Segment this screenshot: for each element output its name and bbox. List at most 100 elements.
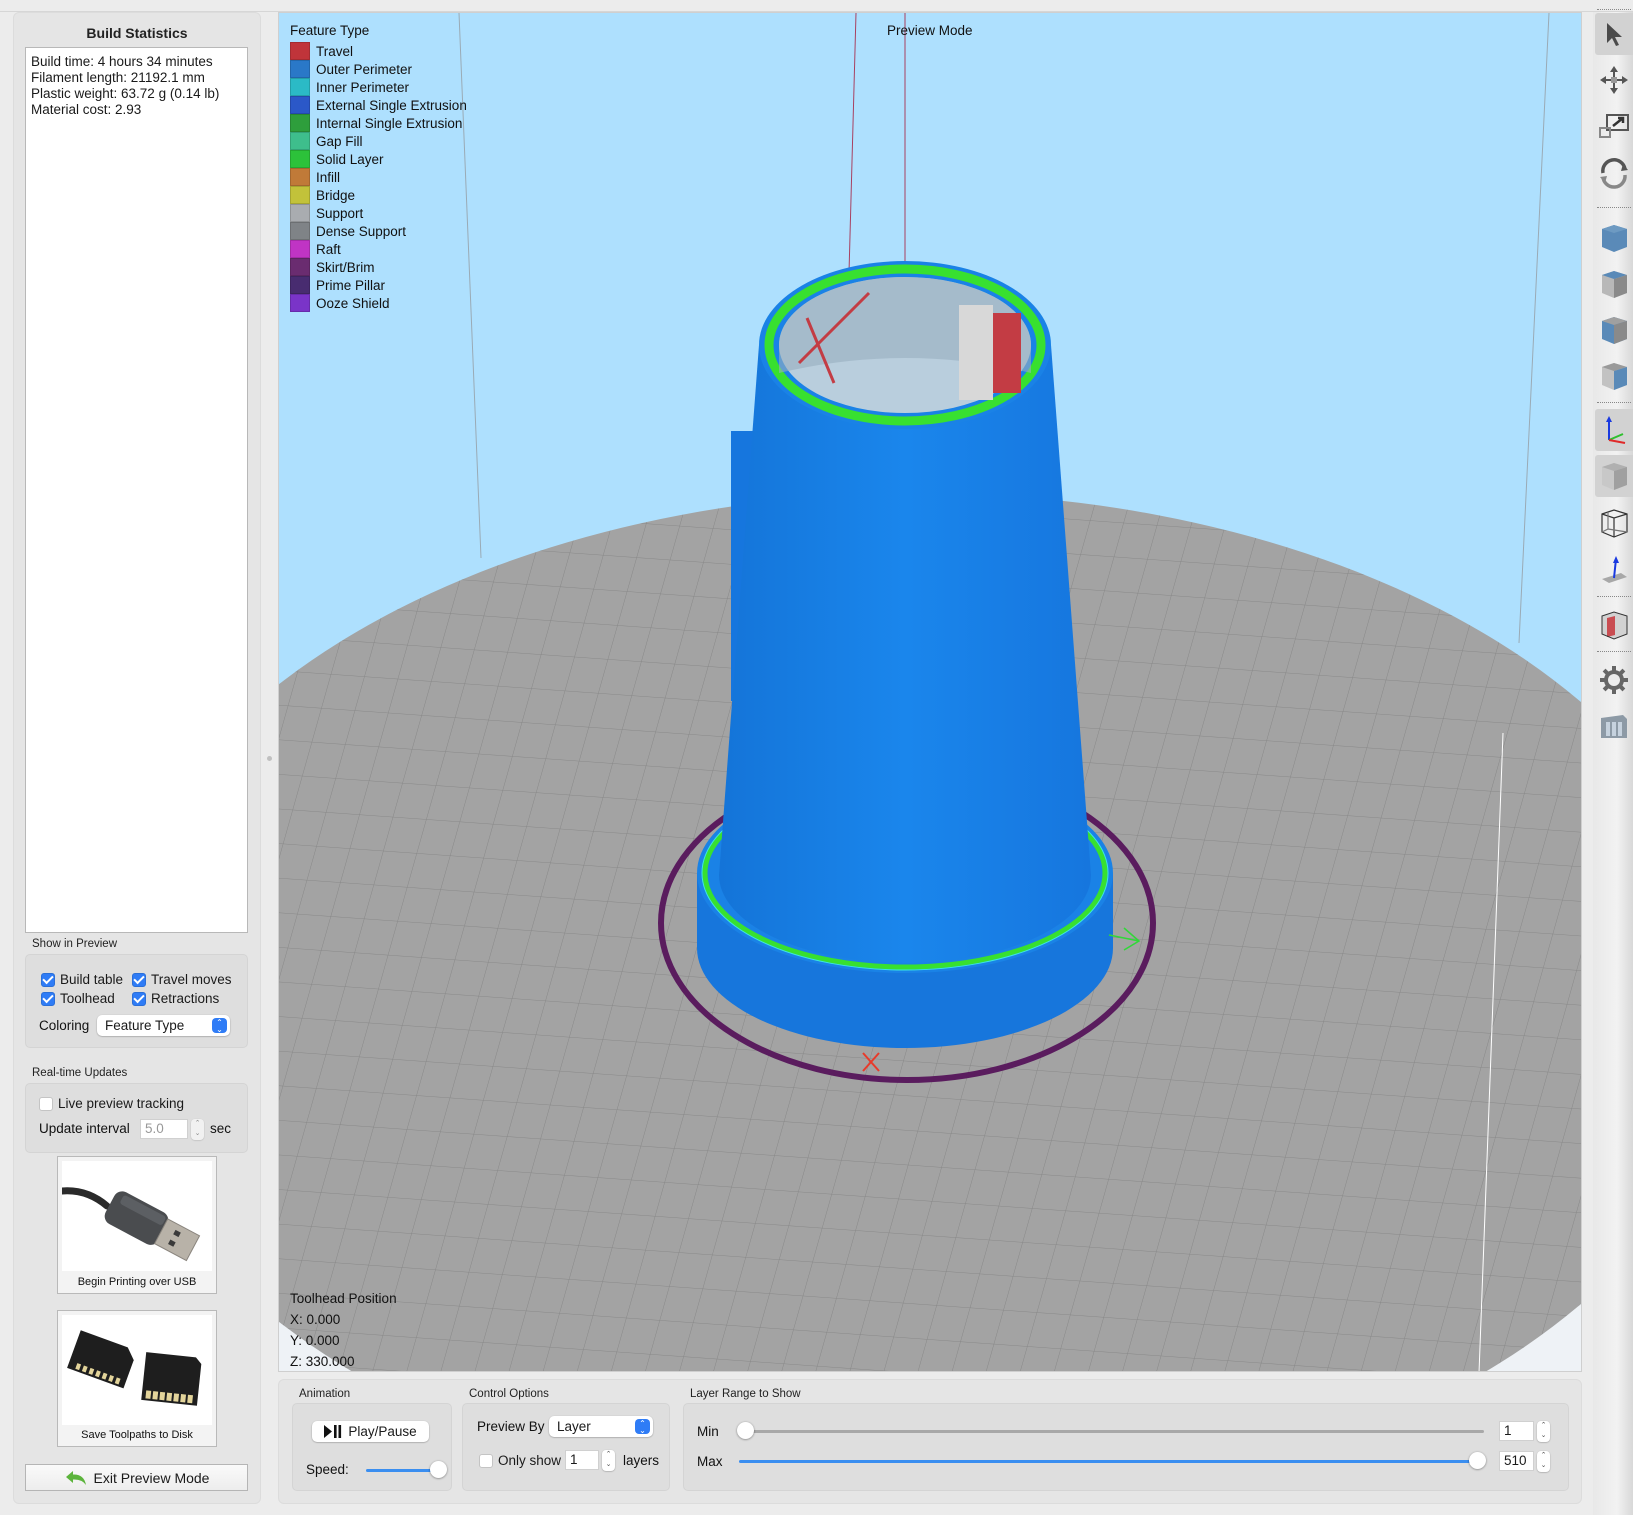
min-layer-label: Min xyxy=(697,1424,719,1439)
view-top-button[interactable] xyxy=(1595,263,1633,305)
view-front-button[interactable] xyxy=(1595,217,1633,259)
settings-button[interactable] xyxy=(1595,659,1633,701)
legend-item: Skirt/Brim xyxy=(290,258,467,276)
travel-moves-checkbox[interactable]: Travel moves xyxy=(132,972,232,987)
scale-tool-button[interactable] xyxy=(1595,105,1633,147)
solid-view-button[interactable] xyxy=(1595,455,1633,497)
back-arrow-icon xyxy=(65,1470,86,1485)
max-layer-stepper[interactable]: ⌃ ⌄ xyxy=(1537,1451,1550,1472)
legend-swatch xyxy=(290,96,310,114)
legend-label: Internal Single Extrusion xyxy=(316,115,463,131)
animation-label: Animation xyxy=(299,1388,351,1400)
max-layer-input[interactable]: 510 xyxy=(1499,1451,1534,1471)
section-view-icon xyxy=(1601,611,1628,640)
select-arrows-icon: ⌃ ⌄ xyxy=(212,1018,227,1033)
splitter-handle[interactable] xyxy=(267,756,272,761)
machine-button[interactable] xyxy=(1595,705,1633,747)
legend-item: Prime Pillar xyxy=(290,276,467,294)
speed-slider-knob[interactable] xyxy=(430,1461,447,1478)
coloring-label: Coloring xyxy=(39,1018,90,1033)
scale-tool-icon xyxy=(1599,114,1629,138)
legend-label: Dense Support xyxy=(316,223,407,239)
live-preview-tracking-checkbox[interactable]: Live preview tracking xyxy=(39,1096,184,1111)
view-side-icon xyxy=(1602,317,1627,344)
build-table-checkbox[interactable]: Build table xyxy=(41,972,123,987)
update-interval-stepper[interactable]: ⌃ ⌄ xyxy=(191,1119,204,1140)
toolhead-y: Y: 0.000 xyxy=(290,1333,340,1348)
travel-moves-label: Travel moves xyxy=(151,972,232,987)
toolhead-position-title: Toolhead Position xyxy=(290,1291,397,1306)
wireframe-view-button[interactable] xyxy=(1595,502,1633,544)
begin-printing-usb-button[interactable]: Begin Printing over USB xyxy=(57,1156,217,1294)
legend-swatch xyxy=(290,132,310,150)
retractions-checkbox[interactable]: Retractions xyxy=(132,991,219,1006)
min-layer-slider-knob[interactable] xyxy=(737,1422,754,1439)
only-show-layers-stepper[interactable]: ⌃ ⌄ xyxy=(602,1450,615,1471)
coloring-select[interactable]: Feature Type ⌃ ⌄ xyxy=(97,1015,230,1036)
legend-label: Inner Perimeter xyxy=(316,79,410,95)
layer-range-group: Min 1 ⌃ ⌄ Max 510 ⌃ ⌄ xyxy=(683,1403,1569,1491)
move-tool-icon xyxy=(1600,66,1628,94)
build-statistics-title: Build Statistics xyxy=(86,25,188,41)
realtime-updates-label: Real-time Updates xyxy=(32,1067,128,1079)
legend-item: Solid Layer xyxy=(290,150,467,168)
only-show-checkbox[interactable]: Only show xyxy=(479,1453,561,1468)
legend-label: Skirt/Brim xyxy=(316,259,375,275)
window-top-bar xyxy=(0,0,1633,12)
legend-label: Raft xyxy=(316,241,341,257)
legend-item: Outer Perimeter xyxy=(290,60,467,78)
play-pause-button[interactable]: Play/Pause xyxy=(312,1421,429,1442)
legend-label: Travel xyxy=(316,43,354,59)
rotate-tool-icon xyxy=(1600,158,1628,189)
checkbox-checked-icon xyxy=(132,991,146,1006)
view-top-icon xyxy=(1602,271,1627,298)
only-show-layers-input[interactable]: 1 xyxy=(565,1450,599,1470)
live-preview-tracking-label: Live preview tracking xyxy=(58,1096,185,1111)
exit-preview-mode-button[interactable]: Exit Preview Mode xyxy=(25,1464,248,1491)
select-arrows-icon: ⌃ ⌄ xyxy=(635,1419,650,1434)
legend-swatch xyxy=(290,258,310,276)
move-tool-button[interactable] xyxy=(1595,59,1633,101)
min-layer-stepper[interactable]: ⌃ ⌄ xyxy=(1537,1421,1550,1442)
max-layer-slider-knob[interactable] xyxy=(1469,1452,1486,1469)
legend-label: Bridge xyxy=(316,187,356,203)
feature-type-legend: Feature Type Travel Outer Perimeter Inner … xyxy=(290,23,467,312)
select-tool-button[interactable] xyxy=(1595,13,1633,55)
legend-label: Gap Fill xyxy=(316,133,363,149)
normals-view-button[interactable] xyxy=(1595,548,1633,590)
rotate-tool-button[interactable] xyxy=(1595,152,1633,194)
speed-slider-track[interactable] xyxy=(366,1469,438,1472)
show-in-preview-group: Build table Travel moves Toolhead Retrac… xyxy=(25,954,248,1048)
legend-label: Prime Pillar xyxy=(316,277,386,293)
control-options-group: Preview By Layer ⌃ ⌄ Only show 1 ⌃ ⌄ layer… xyxy=(462,1403,670,1491)
update-interval-input[interactable]: 5.0 xyxy=(140,1119,188,1139)
toolhead-z: Z: 330.000 xyxy=(290,1354,355,1369)
save-toolpaths-button[interactable]: Save Toolpaths to Disk xyxy=(57,1310,217,1447)
show-in-preview-label: Show in Preview xyxy=(32,938,118,950)
view-side-button[interactable] xyxy=(1595,309,1633,351)
normals-icon xyxy=(1602,556,1627,583)
min-layer-slider-track[interactable] xyxy=(739,1430,1484,1433)
legend-swatch xyxy=(290,42,310,60)
3d-preview-viewport[interactable]: Preview Mode Feature Type Travel Outer Pe… xyxy=(278,12,1582,1372)
max-layer-slider-track[interactable] xyxy=(739,1460,1484,1463)
retractions-label: Retractions xyxy=(151,991,220,1006)
min-layer-input[interactable]: 1 xyxy=(1499,1421,1534,1441)
toolhead-checkbox[interactable]: Toolhead xyxy=(41,991,115,1006)
axes-icon xyxy=(1606,416,1626,444)
preview-by-select[interactable]: Layer ⌃ ⌄ xyxy=(549,1416,653,1437)
legend-label: Outer Perimeter xyxy=(316,61,413,77)
section-view-button[interactable] xyxy=(1595,604,1633,646)
legend-swatch xyxy=(290,78,310,96)
preview-by-label: Preview By xyxy=(477,1419,545,1434)
toolhead-x: X: 0.000 xyxy=(290,1312,341,1327)
view-iso-button[interactable] xyxy=(1595,355,1633,397)
legend-label: Solid Layer xyxy=(316,151,384,167)
view-toolbar xyxy=(1593,9,1633,1515)
realtime-updates-group: Live preview tracking Update interval 5.… xyxy=(25,1083,248,1153)
legend-swatch xyxy=(290,168,310,186)
travel-line xyxy=(848,13,857,274)
preview-by-value: Layer xyxy=(557,1419,591,1434)
axes-toggle-button[interactable] xyxy=(1595,409,1633,451)
legend-swatch xyxy=(290,60,310,78)
